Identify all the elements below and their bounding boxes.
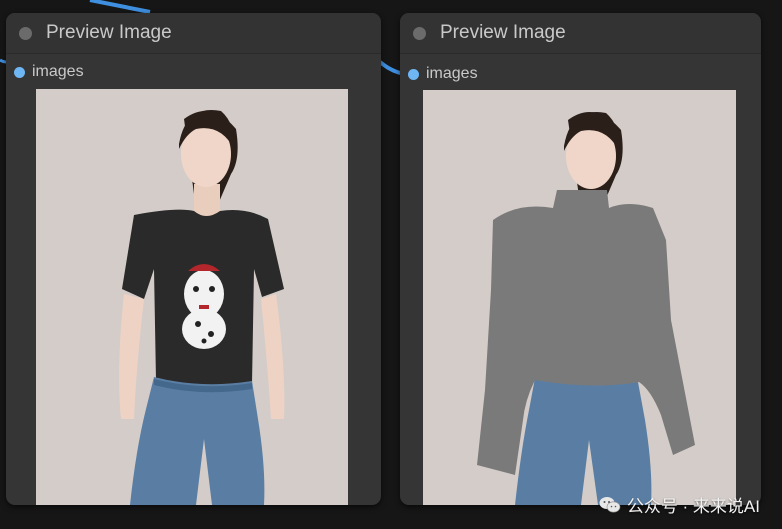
wechat-icon: [599, 496, 621, 512]
node-graph-canvas[interactable]: Preview Image images Preview Image image…: [0, 0, 782, 529]
input-slot-label: images: [426, 65, 478, 82]
preview-image: [36, 89, 348, 505]
preview-image-node-2[interactable]: Preview Image images: [400, 13, 761, 505]
node-title: Preview Image: [46, 22, 172, 43]
preview-image-photo: [36, 89, 348, 505]
input-slot-dot-icon[interactable]: [408, 69, 419, 80]
node-title: Preview Image: [440, 22, 566, 43]
node-header[interactable]: Preview Image: [6, 13, 381, 54]
link-wire-left: [89, 0, 151, 14]
node-header[interactable]: Preview Image: [400, 13, 761, 54]
collapse-dot-icon[interactable]: [413, 27, 426, 40]
preview-image-node-1[interactable]: Preview Image images: [6, 13, 381, 505]
input-slot-label: images: [32, 63, 84, 80]
input-slot-dot-icon[interactable]: [14, 67, 25, 78]
preview-image: [423, 90, 736, 505]
watermark-text: 公众号 · 来来说AI: [626, 497, 760, 516]
collapse-dot-icon[interactable]: [19, 27, 32, 40]
watermark: 公众号 · 来来说AI: [599, 492, 760, 517]
preview-image-masked-photo: [423, 90, 736, 505]
